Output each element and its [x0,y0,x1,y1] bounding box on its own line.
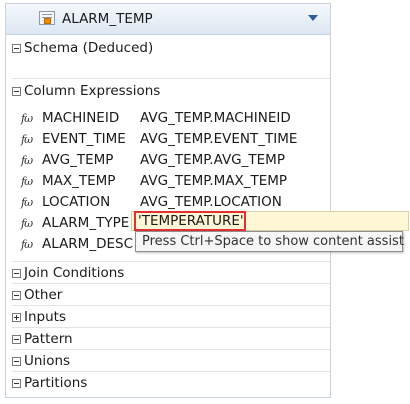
expand-toggle-icon[interactable] [12,312,21,322]
expression-value[interactable]: AVG_TEMP.AVG_TEMP [140,152,285,168]
section-unions[interactable]: Unions [12,351,70,371]
collapse-toggle-icon[interactable] [12,43,21,53]
function-icon: fω [21,153,33,167]
collapse-toggle-icon[interactable] [12,356,21,366]
section-other[interactable]: Other [12,285,62,305]
expression-row[interactable]: fω ALARM_DESC [21,234,140,254]
expression-row[interactable]: fω ALARM_TYPE [21,213,140,233]
section-unions-label: Unions [24,353,71,369]
section-column-expressions[interactable]: Column Expressions [12,81,160,101]
function-icon: fω [21,237,33,251]
calculation-node-icon [39,11,55,25]
divider [12,305,330,306]
collapse-toggle-icon[interactable] [12,378,21,388]
section-other-label: Other [24,287,63,303]
expression-value-highlight[interactable]: 'TEMPERATURE' [134,211,246,231]
collapse-toggle-icon[interactable] [12,334,21,344]
properties-panel: ALARM_TEMP Schema (Deduced) Column Expre… [5,3,331,398]
node-title: ALARM_TEMP [62,11,153,27]
divider [12,327,330,328]
function-icon: fω [21,195,33,209]
content-assist-tooltip: Press Ctrl+Space to show content assist [135,231,404,252]
expression-name: AVG_TEMP [42,152,114,168]
section-join-conditions[interactable]: Join Conditions [12,263,124,283]
section-schema[interactable]: Schema (Deduced) [12,38,153,58]
section-partitions[interactable]: Partitions [12,373,87,393]
section-inputs[interactable]: Inputs [12,307,66,327]
expression-name: ALARM_TYPE [42,215,130,231]
collapse-toggle-icon[interactable] [12,268,21,278]
expression-value[interactable]: AVG_TEMP.MACHINEID [140,110,291,126]
expression-value[interactable]: AVG_TEMP.LOCATION [140,194,282,210]
collapse-toggle-icon[interactable] [12,86,21,96]
divider [12,371,330,372]
section-inputs-label: Inputs [24,309,66,325]
expression-name: MACHINEID [42,110,120,126]
expression-value[interactable]: AVG_TEMP.MAX_TEMP [140,173,287,189]
divider [12,349,330,350]
section-pattern-label: Pattern [24,331,73,347]
expression-name: MAX_TEMP [42,173,116,189]
function-icon: fω [21,111,33,125]
section-partitions-label: Partitions [24,375,88,391]
function-icon: fω [21,216,33,230]
expression-row[interactable]: fω MAX_TEMP AVG_TEMP.MAX_TEMP [21,171,287,191]
expression-name: LOCATION [42,194,111,210]
section-join-conditions-label: Join Conditions [24,265,125,281]
section-schema-label: Schema (Deduced) [24,40,154,56]
section-pattern[interactable]: Pattern [12,329,73,349]
expression-row[interactable]: fω MACHINEID AVG_TEMP.MACHINEID [21,108,291,128]
section-column-expressions-label: Column Expressions [24,83,161,99]
collapse-toggle-icon[interactable] [12,290,21,300]
function-icon: fω [21,174,33,188]
expression-row[interactable]: fω EVENT_TIME AVG_TEMP.EVENT_TIME [21,129,297,149]
node-header[interactable]: ALARM_TEMP [6,4,330,35]
expression-name: ALARM_DESC [42,236,133,252]
divider [12,261,330,262]
function-icon: fω [21,132,33,146]
divider [12,78,330,79]
chevron-down-icon[interactable] [306,11,320,25]
expression-row[interactable]: fω AVG_TEMP AVG_TEMP.AVG_TEMP [21,150,285,170]
expression-row[interactable]: fω LOCATION AVG_TEMP.LOCATION [21,192,282,212]
divider [12,283,330,284]
expression-value[interactable]: AVG_TEMP.EVENT_TIME [140,131,297,147]
expression-name: EVENT_TIME [42,131,126,147]
